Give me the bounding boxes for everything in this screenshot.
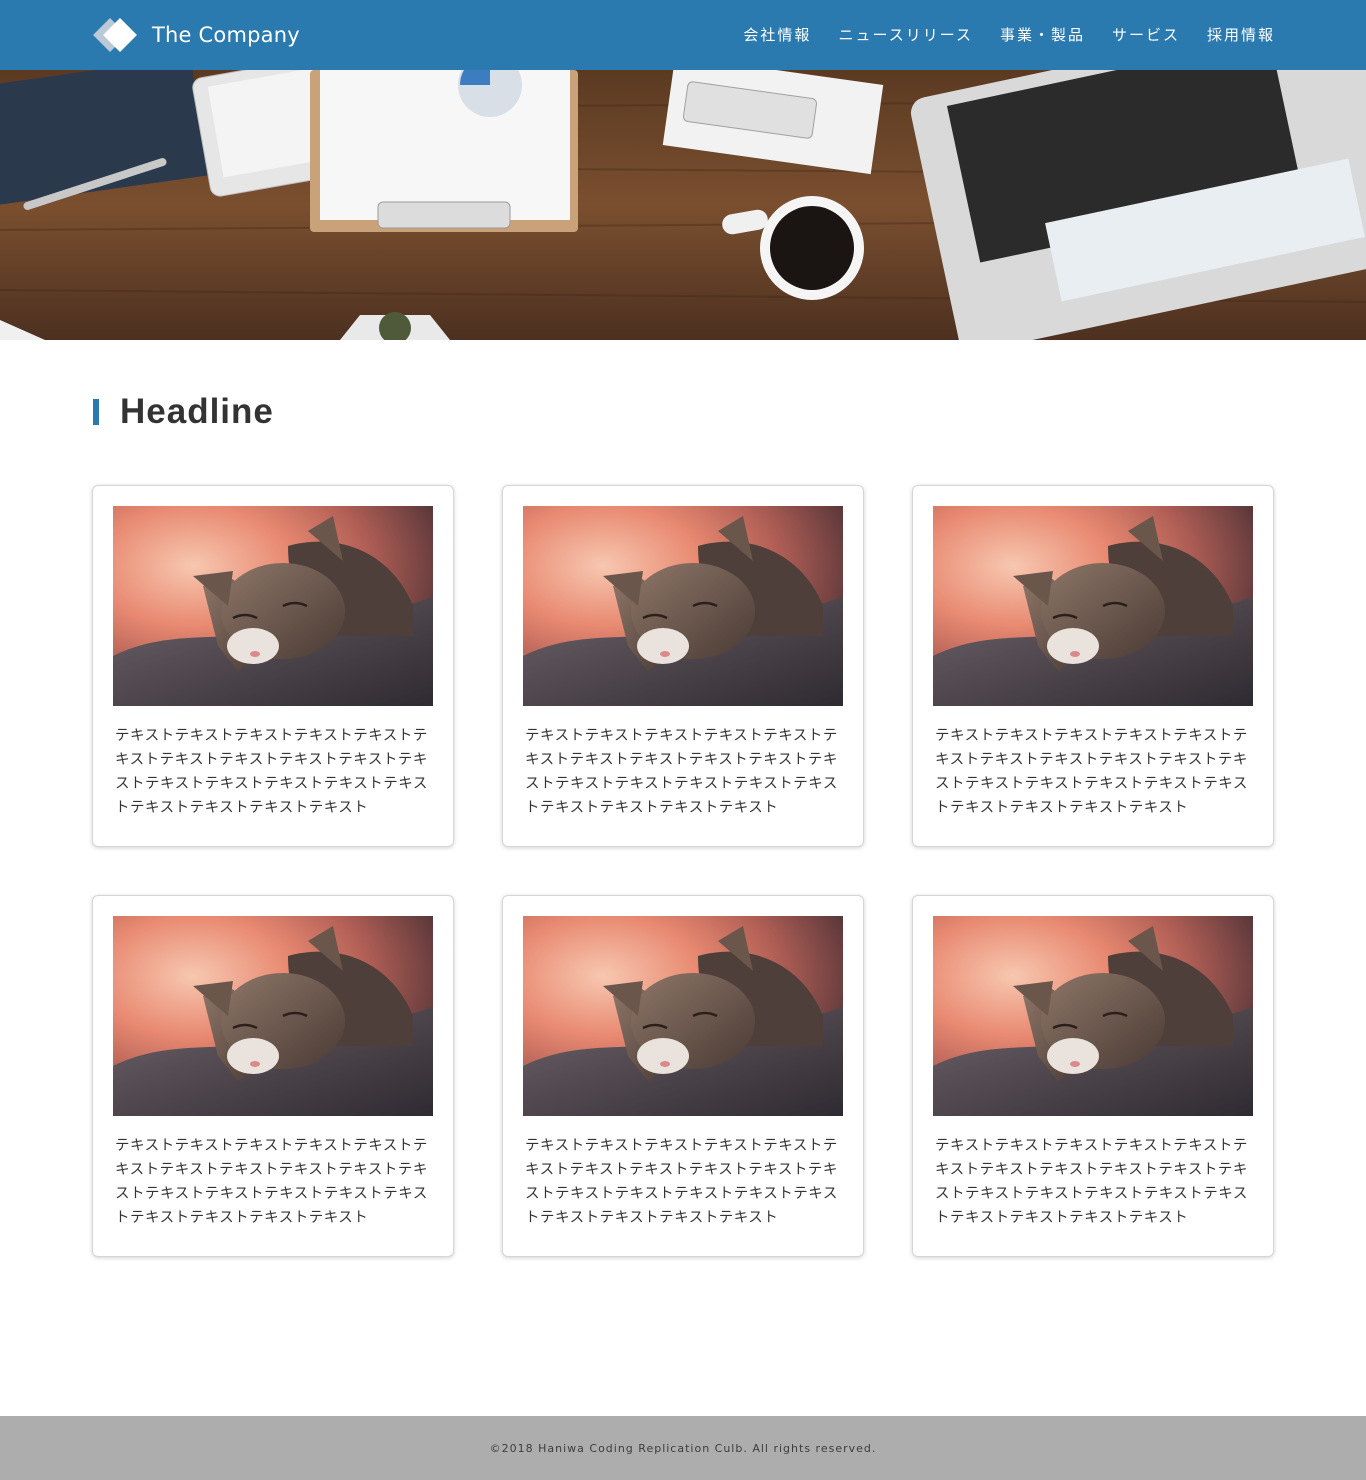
site-footer: ©2018 Haniwa Coding Replication Culb. Al…	[0, 1416, 1366, 1480]
card-image-cat	[933, 506, 1253, 706]
card-text: テキストテキストテキストテキストテキストテキストテキストテキストテキストテキスト…	[935, 1138, 1248, 1226]
brand-name: The Company	[152, 23, 300, 47]
nav-item-business-products[interactable]: 事業・製品	[1000, 24, 1085, 46]
card-image-cat	[523, 916, 843, 1116]
card-text: テキストテキストテキストテキストテキストテキストテキストテキストテキストテキスト…	[115, 1138, 428, 1226]
card-image-cat	[523, 506, 843, 706]
card[interactable]: テキストテキストテキストテキストテキストテキストテキストテキストテキストテキスト…	[912, 485, 1274, 847]
nav-item-recruitment[interactable]: 採用情報	[1207, 24, 1275, 46]
card-text: テキストテキストテキストテキストテキストテキストテキストテキストテキストテキスト…	[935, 728, 1248, 816]
card-text: テキストテキストテキストテキストテキストテキストテキストテキストテキストテキスト…	[115, 728, 428, 816]
card-image-cat	[933, 916, 1253, 1116]
card[interactable]: テキストテキストテキストテキストテキストテキストテキストテキストテキストテキスト…	[502, 485, 864, 847]
company-logo[interactable]: The Company	[93, 17, 300, 53]
card-text: テキストテキストテキストテキストテキストテキストテキストテキストテキストテキスト…	[525, 1138, 838, 1226]
headline-title: Headline	[120, 392, 274, 431]
card[interactable]: テキストテキストテキストテキストテキストテキストテキストテキストテキストテキスト…	[92, 485, 454, 847]
card[interactable]: テキストテキストテキストテキストテキストテキストテキストテキストテキストテキスト…	[912, 895, 1274, 1257]
logo-diamond-icon	[93, 17, 148, 53]
site-header: The Company 会社情報 ニュースリリース 事業・製品 サービス 採用情…	[0, 0, 1366, 70]
card-image-cat	[113, 916, 433, 1116]
card-text: テキストテキストテキストテキストテキストテキストテキストテキストテキストテキスト…	[525, 728, 838, 816]
headline-accent-bar	[93, 399, 99, 425]
hero-image	[0, 70, 1366, 340]
section-headline: Headline	[93, 392, 274, 432]
nav-item-services[interactable]: サービス	[1112, 24, 1180, 46]
card[interactable]: テキストテキストテキストテキストテキストテキストテキストテキストテキストテキスト…	[502, 895, 864, 1257]
card[interactable]: テキストテキストテキストテキストテキストテキストテキストテキストテキストテキスト…	[92, 895, 454, 1257]
nav-item-company-info[interactable]: 会社情報	[743, 24, 811, 46]
card-image-cat	[113, 506, 433, 706]
main-nav: 会社情報 ニュースリリース 事業・製品 サービス 採用情報	[743, 24, 1275, 46]
copyright-text: ©2018 Haniwa Coding Replication Culb. Al…	[489, 1441, 877, 1455]
nav-item-news-release[interactable]: ニュースリリース	[838, 24, 973, 46]
